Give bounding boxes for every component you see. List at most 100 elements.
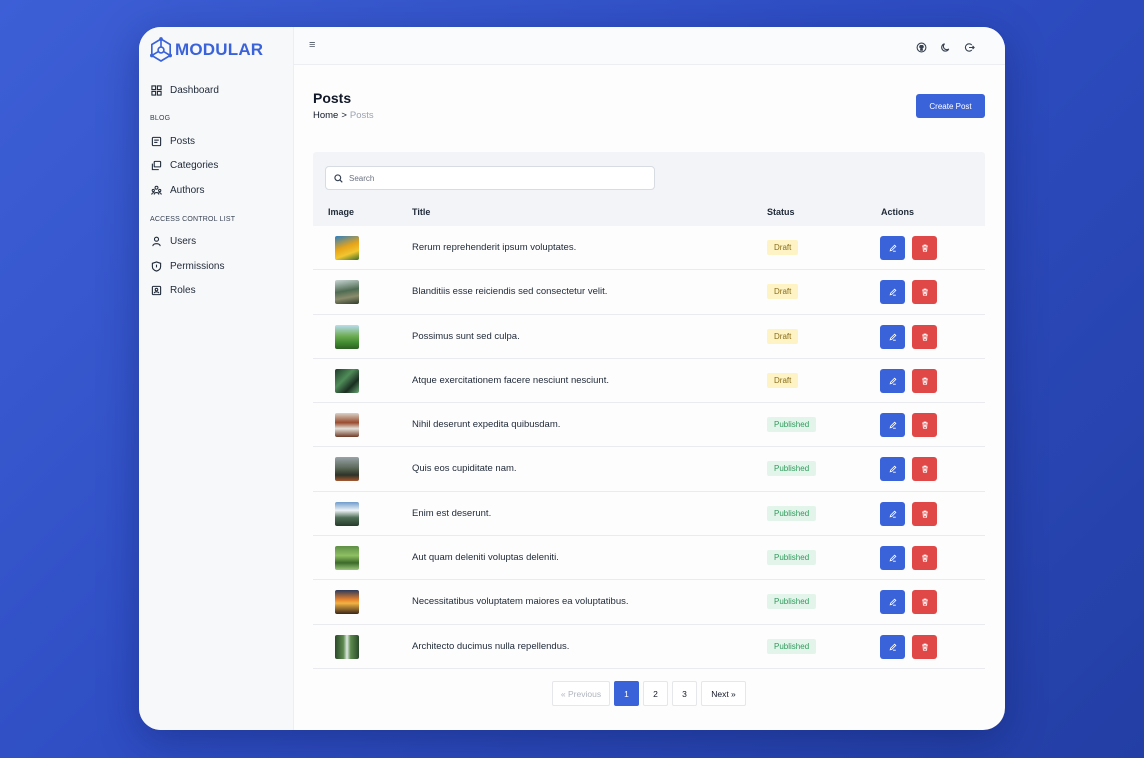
roles-icon (150, 284, 162, 296)
delete-button[interactable] (912, 324, 937, 349)
post-title: Nihil deserunt expedita quibusdam. (412, 419, 561, 431)
pencil-icon (889, 643, 896, 651)
sidebar-item-posts[interactable]: Posts (150, 133, 195, 149)
table-header: Image Title Status Actions (313, 152, 985, 226)
section-title-acl: ACCESS CONTROL LIST (150, 216, 236, 223)
post-title: Aut quam deleniti voluptas deleniti. (412, 552, 559, 564)
edit-button[interactable] (880, 280, 905, 305)
edit-button[interactable] (880, 457, 905, 482)
status-badge: Draft (767, 328, 799, 344)
column-header-title: Title (412, 207, 431, 217)
post-thumbnail (335, 546, 359, 571)
sidebar-item-authors[interactable]: Authors (150, 182, 204, 198)
page-button-2[interactable]: 2 (643, 681, 668, 706)
trash-icon (921, 598, 928, 607)
trash-icon (921, 244, 928, 252)
sidebar-item-dashboard[interactable]: Dashboard (150, 82, 219, 98)
table-row: Architecto ducimus nulla repellendus. Pu… (313, 624, 985, 669)
trash-icon (921, 288, 928, 296)
table-row: Nihil deserunt expedita quibusdam. Publi… (313, 403, 985, 448)
pagination: « Previous 1 2 3 Next » (552, 681, 746, 706)
pencil-icon (889, 377, 896, 385)
column-header-actions: Actions (881, 207, 915, 217)
sidebar-item-users[interactable]: Users (150, 233, 196, 249)
sidebar-item-roles[interactable]: Roles (150, 282, 196, 298)
edit-button[interactable] (880, 368, 905, 393)
status-badge: Published (767, 461, 817, 477)
edit-button[interactable] (880, 324, 905, 349)
previous-page-button[interactable]: « Previous (552, 681, 610, 706)
status-badge: Draft (767, 372, 799, 388)
edit-button[interactable] (880, 546, 905, 571)
posts-icon (150, 135, 162, 147)
delete-button[interactable] (912, 457, 937, 482)
pencil-icon (889, 244, 896, 252)
search-box[interactable] (325, 166, 655, 190)
pencil-icon (889, 510, 896, 518)
authors-icon (150, 184, 162, 196)
user-icon (150, 235, 162, 247)
delete-button[interactable] (912, 546, 937, 571)
trash-icon (921, 421, 928, 429)
table-body: Rerum reprehenderit ipsum voluptates. Dr… (313, 226, 985, 669)
app-window: MODULAR Dashboard BLOG Posts Categories (139, 27, 1005, 730)
section-title-blog: BLOG (150, 115, 171, 122)
page-button-3[interactable]: 3 (672, 681, 697, 706)
pencil-icon (889, 466, 896, 474)
status-badge: Published (767, 638, 817, 654)
delete-button[interactable] (912, 590, 937, 615)
post-thumbnail (335, 501, 359, 526)
post-thumbnail (335, 413, 359, 438)
menu-toggle-button[interactable]: ≡ (309, 39, 315, 51)
pencil-icon (889, 598, 896, 607)
delete-button[interactable] (912, 280, 937, 305)
trash-icon (921, 643, 928, 651)
post-title: Possimus sunt sed culpa. (412, 330, 520, 342)
delete-button[interactable] (912, 368, 937, 393)
github-icon[interactable] (916, 40, 927, 53)
trash-icon (921, 377, 928, 385)
search-icon (334, 173, 343, 183)
post-thumbnail (335, 280, 359, 305)
sidebar-item-categories[interactable]: Categories (150, 157, 218, 173)
edit-button[interactable] (880, 236, 905, 260)
delete-button[interactable] (912, 236, 937, 260)
post-thumbnail (335, 324, 359, 349)
posts-table: Image Title Status Actions Rerum reprehe… (313, 152, 985, 669)
table-row: Enim est deserunt. Published (313, 491, 985, 537)
next-page-button[interactable]: Next » (701, 681, 746, 706)
shield-icon (150, 260, 162, 272)
delete-button[interactable] (912, 501, 937, 526)
edit-button[interactable] (880, 590, 905, 615)
app-name: MODULAR (175, 40, 264, 59)
sidebar-item-label: Posts (170, 135, 196, 147)
sidebar-item-permissions[interactable]: Permissions (150, 258, 224, 274)
trash-icon (921, 466, 928, 474)
edit-button[interactable] (880, 634, 905, 659)
status-badge: Draft (767, 240, 799, 255)
post-title: Rerum reprehenderit ipsum voluptates. (412, 242, 577, 253)
page-button-1[interactable]: 1 (614, 681, 639, 706)
edit-button[interactable] (880, 501, 905, 526)
breadcrumb-home[interactable]: Home (313, 110, 338, 121)
create-post-button[interactable]: Create Post (916, 94, 985, 118)
logo[interactable]: MODULAR (150, 37, 263, 63)
main-content: ≡ Posts Home>Posts Create Post Image (294, 27, 1005, 730)
delete-button[interactable] (912, 634, 937, 659)
delete-button[interactable] (912, 413, 937, 438)
sidebar-item-label: Users (170, 235, 197, 247)
column-header-status: Status (767, 207, 795, 217)
post-thumbnail (335, 457, 359, 482)
table-row: Rerum reprehenderit ipsum voluptates. Dr… (313, 226, 985, 271)
logout-icon[interactable] (964, 40, 975, 52)
moon-icon[interactable] (940, 40, 951, 52)
table-row: Quis eos cupiditate nam. Published (313, 447, 985, 492)
pencil-icon (889, 421, 896, 429)
post-title: Quis eos cupiditate nam. (412, 463, 517, 475)
search-input[interactable] (349, 173, 639, 183)
sidebar-item-label: Categories (170, 159, 219, 171)
post-thumbnail (335, 368, 359, 393)
edit-button[interactable] (880, 413, 905, 438)
table-row: Aut quam deleniti voluptas deleniti. Pub… (313, 536, 985, 581)
sidebar: MODULAR Dashboard BLOG Posts Categories (139, 27, 294, 730)
